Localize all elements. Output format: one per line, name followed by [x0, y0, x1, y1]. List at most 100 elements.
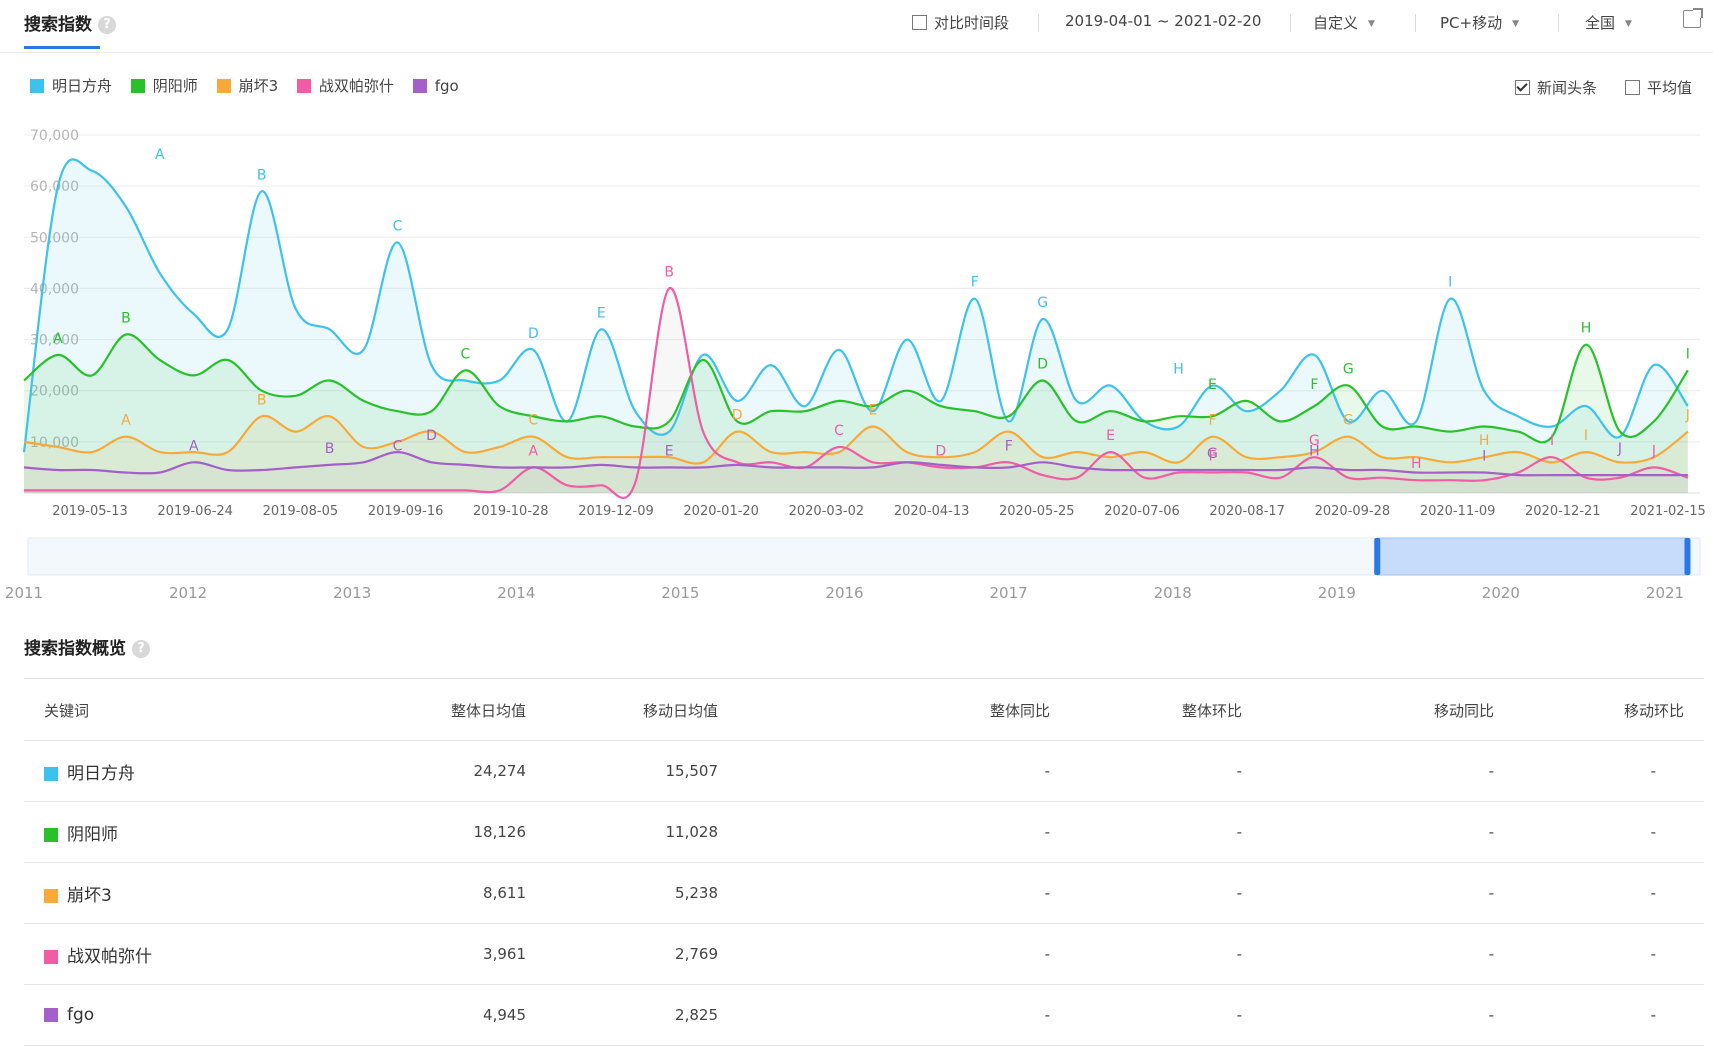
mobile-avg: 2,825	[527, 984, 719, 1046]
divider	[1415, 14, 1416, 32]
device-dropdown-label: PC+移动	[1440, 14, 1503, 32]
keyword-swatch	[44, 766, 58, 781]
summary-table: 关键词 整体日均值 移动日均值 整体同比 整体环比 移动同比 移动环比 明日方舟…	[24, 680, 1704, 1046]
table-row: 崩坏3 8,611 5,238 - - - -	[24, 862, 1704, 924]
average-toggle[interactable]: 平均值	[1625, 77, 1692, 98]
event-marker: C	[461, 346, 471, 362]
mobile-mom: -	[1495, 801, 1704, 863]
mobile-yoy: -	[1243, 923, 1495, 985]
table-row: 阴阳师 18,126 11,028 - - - -	[24, 801, 1704, 863]
legend-label: 崩坏3	[238, 77, 279, 95]
overall-avg: 24,274	[325, 740, 527, 802]
overall-avg: 3,961	[325, 923, 527, 985]
event-marker: B	[325, 441, 335, 457]
date-range-picker[interactable]: 2019-04-01 ~ 2021-02-20	[1065, 12, 1261, 30]
divider	[24, 678, 1704, 679]
keyword-cell: 阴阳师	[24, 801, 325, 863]
overall-mom: -	[1051, 862, 1243, 924]
active-tab-indicator	[24, 46, 100, 49]
mobile-yoy: -	[1243, 740, 1495, 802]
divider	[1290, 14, 1291, 32]
overall-yoy: -	[719, 862, 1051, 924]
share-icon[interactable]	[1683, 8, 1703, 28]
event-marker: H	[1309, 443, 1320, 459]
event-marker: J	[1617, 441, 1622, 457]
mobile-mom: -	[1495, 923, 1704, 985]
overall-yoy: -	[719, 923, 1051, 985]
event-marker: A	[529, 443, 539, 459]
y-tick-label: 70,000	[30, 128, 79, 144]
average-checkbox[interactable]	[1625, 80, 1640, 95]
mobile-yoy: -	[1243, 862, 1495, 924]
table-header-row: 关键词 整体日均值 移动日均值 整体同比 整体环比 移动同比 移动环比	[24, 680, 1704, 741]
navigator-year-label: 2018	[1154, 584, 1192, 602]
event-marker: A	[155, 147, 165, 163]
news-toggle[interactable]: 新闻头条	[1515, 77, 1597, 98]
device-dropdown[interactable]: PC+移动 ▼	[1440, 12, 1519, 33]
search-index-chart[interactable]: 70,00060,00050,00040,00030,00020,00010,0…	[0, 120, 1713, 520]
event-marker: D	[732, 408, 743, 424]
legend-item-2[interactable]: 崩坏3	[216, 75, 279, 96]
column-header: 整体环比	[1051, 680, 1243, 741]
navigator-year-label: 2017	[990, 584, 1028, 602]
news-checkbox[interactable]	[1515, 80, 1530, 95]
keyword-text: fgo	[67, 1005, 95, 1025]
keyword-cell: 明日方舟	[24, 740, 325, 802]
event-marker: F	[1310, 377, 1318, 393]
mobile-avg: 11,028	[527, 801, 719, 863]
custom-dropdown[interactable]: 自定义 ▼	[1313, 12, 1375, 33]
event-marker: B	[664, 264, 674, 280]
overall-mom: -	[1051, 801, 1243, 863]
summary-title-text: 搜索指数概览	[24, 639, 126, 659]
compare-checkbox[interactable]	[912, 15, 927, 30]
summary-title: 搜索指数概览?	[24, 634, 150, 659]
event-marker: F	[971, 275, 979, 291]
navigator-year-label: 2015	[661, 584, 699, 602]
keyword-text: 明日方舟	[67, 763, 135, 784]
legend-item-0[interactable]: 明日方舟	[30, 75, 112, 96]
event-marker: D	[1037, 356, 1048, 372]
help-icon[interactable]: ?	[132, 640, 150, 658]
event-marker: H	[1581, 321, 1592, 337]
legend-item-1[interactable]: 阴阳师	[130, 75, 198, 96]
event-marker: I	[1686, 346, 1690, 362]
page-title-text: 搜索指数	[24, 15, 92, 35]
column-header: 整体同比	[719, 680, 1051, 741]
mobile-mom: -	[1495, 984, 1704, 1046]
x-tick-label: 2020-09-28	[1315, 504, 1391, 519]
overall-yoy: -	[719, 801, 1051, 863]
event-marker: H	[1411, 456, 1422, 472]
region-dropdown[interactable]: 全国 ▼	[1585, 12, 1632, 33]
event-marker: H	[1173, 362, 1184, 378]
legend-item-4[interactable]: fgo	[412, 77, 459, 95]
legend-item-3[interactable]: 战双帕弥什	[296, 75, 394, 96]
event-marker: A	[189, 438, 199, 454]
navigator-year-label: 2021	[1646, 584, 1684, 602]
navigator-year-label: 2013	[333, 584, 371, 602]
event-marker: D	[935, 443, 946, 459]
divider	[1558, 14, 1559, 32]
region-dropdown-label: 全国	[1585, 14, 1616, 32]
table-row: fgo 4,945 2,825 - - - -	[24, 984, 1704, 1046]
event-marker: I	[1550, 433, 1554, 449]
x-tick-label: 2020-07-06	[1104, 504, 1180, 519]
event-marker: G	[1207, 446, 1218, 462]
navigator-year-label: 2019	[1318, 584, 1356, 602]
timeline-navigator[interactable]: 2011 2012 2013 2014 2015 2016 2017 2018 2019 2020…	[0, 530, 1713, 610]
x-tick-label: 2020-04-13	[894, 504, 970, 519]
compare-period-toggle[interactable]: 对比时间段	[912, 12, 1009, 33]
event-marker: I	[1584, 428, 1588, 444]
mobile-avg: 2,769	[527, 923, 719, 985]
overall-mom: -	[1051, 740, 1243, 802]
keyword-text: 战双帕弥什	[67, 946, 152, 967]
navigator-year-label: 2012	[169, 584, 207, 602]
event-marker: F	[1005, 438, 1013, 454]
legend-label: fgo	[434, 77, 459, 95]
event-marker: C	[834, 423, 844, 439]
help-icon[interactable]: ?	[98, 16, 116, 34]
event-marker: F	[1208, 413, 1216, 429]
page-title: 搜索指数?	[24, 10, 116, 35]
x-tick-label: 2019-06-24	[157, 504, 233, 519]
keyword-swatch	[44, 827, 58, 842]
divider	[1038, 14, 1039, 32]
